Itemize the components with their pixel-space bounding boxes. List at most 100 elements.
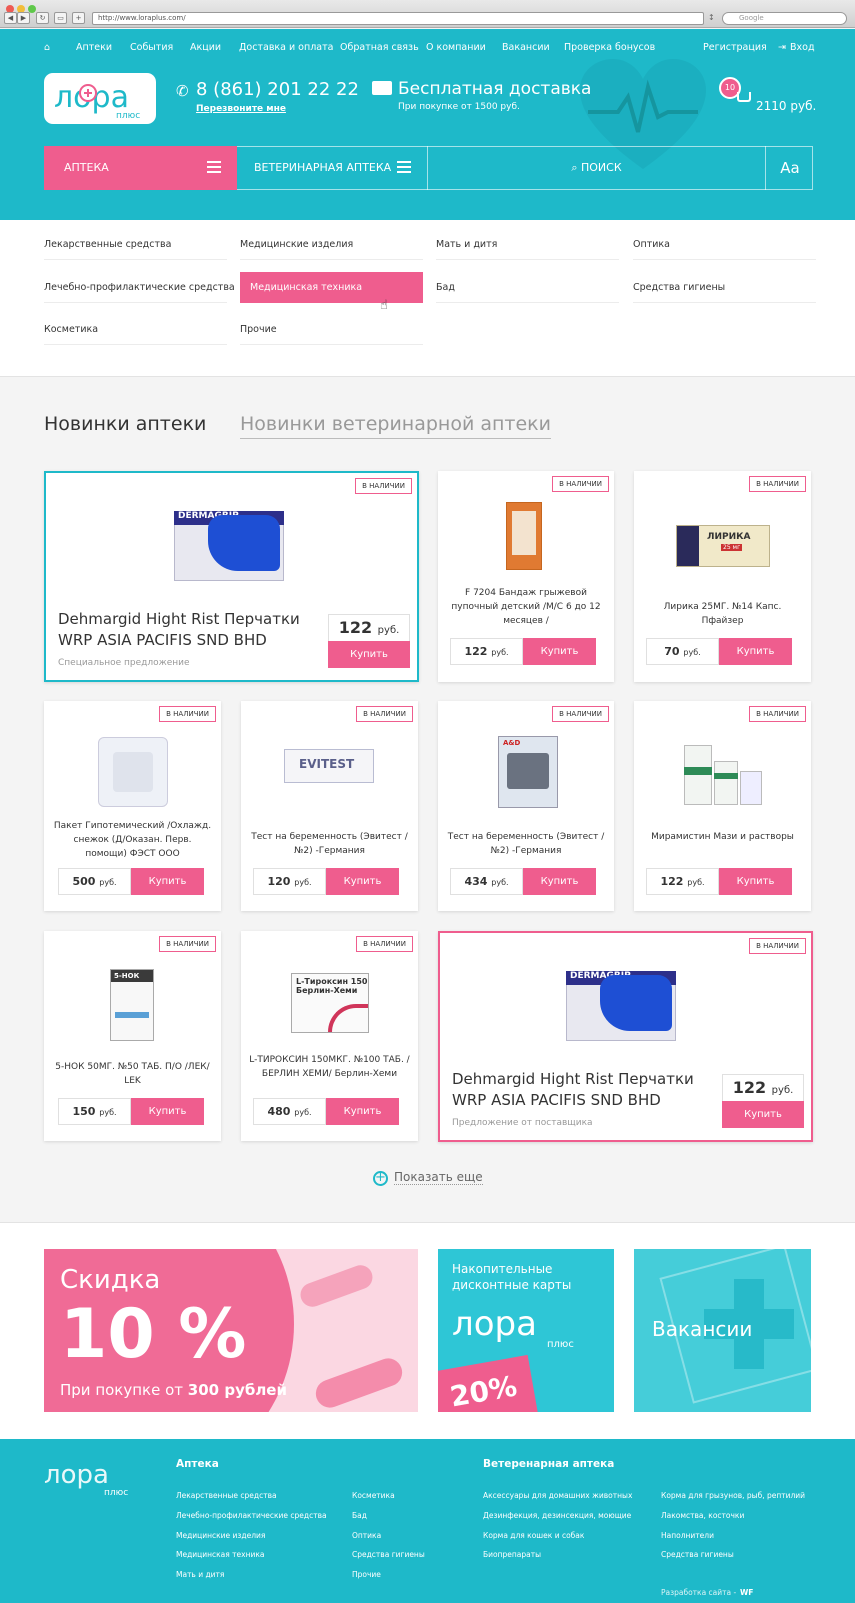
home-icon[interactable]: ⌂ [44,42,50,53]
tab-apteka-label: АПТЕКА [64,161,109,174]
product-card[interactable]: В НАЛИЧИИ 5-НОК 5-НОК 50МГ. №50 ТАБ. П/О… [44,931,221,1141]
product-card[interactable]: В НАЛИЧИИ Мирамистин Мази и растворы 122… [634,701,811,911]
category-item[interactable]: Лекарственные средства [44,229,227,260]
nav-item-delivery[interactable]: Доставка и оплата [239,42,333,53]
footer-logo[interactable]: лора плюс [44,1459,144,1499]
tab-new-apteka[interactable]: Новинки аптеки [44,413,206,435]
category-item[interactable]: Оптика [633,229,816,260]
browser-search-input[interactable]: Google [722,12,847,25]
discount-cards-banner[interactable]: Накопительные дисконтные карты лора плюс… [438,1249,614,1412]
product-name[interactable]: Dehmargid Hight Rist Перчатки WRP ASIA P… [58,609,328,651]
show-more-link[interactable]: Показать еще [394,1170,483,1185]
phone-number[interactable]: 8 (861) 201 22 22 [196,79,359,100]
svg-text:плюс: плюс [547,1339,574,1349]
product-card-featured[interactable]: В НАЛИЧИИ DERMAGRIP Dehmargid Hight Rist… [438,931,813,1142]
product-name[interactable]: Dehmargid Hight Rist Перчатки WRP ASIA P… [452,1069,722,1111]
callback-link[interactable]: Перезвоните мне [196,104,286,114]
tab-new-vet[interactable]: Новинки ветеринарной аптеки [240,413,552,439]
buy-button[interactable]: Купить [326,1098,399,1125]
nav-item-bonus-check[interactable]: Проверка бонусов [564,42,655,53]
product-card[interactable]: В НАЛИЧИИ Пакет Гипотемический /Охлажд. … [44,701,221,911]
bookmark-icon[interactable]: ▭ [54,12,67,24]
basket-icon[interactable] [737,92,751,102]
footer-link[interactable]: Биопрепараты [483,1550,541,1559]
category-item-active[interactable]: Медицинская техника [240,272,423,303]
footer-link[interactable]: Лечебно-профилактические средства [176,1511,327,1520]
footer-link[interactable]: Лекарственные средства [176,1491,277,1500]
login-link[interactable]: Вход [790,42,815,53]
category-item[interactable]: Средства гигиены [633,272,816,303]
nav-item-events[interactable]: События [130,42,173,53]
dropdown-icon[interactable]: ↕ [708,13,715,22]
product-name[interactable]: Тест на беременность (Эвитест / №2) -Гер… [446,830,606,858]
product-card[interactable]: В НАЛИЧИИ A&D Тест на беременность (Эвит… [438,701,614,911]
footer-link[interactable]: Аксессуары для домашних животных [483,1491,632,1500]
buy-button[interactable]: Купить [523,868,596,895]
buy-button[interactable]: Купить [722,1101,804,1128]
product-name[interactable]: Лирика 25МГ. №14 Капс. Пфайзер [642,600,803,628]
product-name[interactable]: Тест на беременность (Эвитест / №2) -Гер… [249,830,410,858]
product-card[interactable]: В НАЛИЧИИ F 7204 Бандаж грыжевой пупочны… [438,471,614,682]
category-item[interactable]: Косметика [44,314,227,345]
category-item[interactable]: Мать и дитя [436,229,619,260]
product-card[interactable]: В НАЛИЧИИ EVITEST Тест на беременность (… [241,701,418,911]
footer-link[interactable]: Наполнители [661,1531,714,1540]
buy-button[interactable]: Купить [719,868,792,895]
footer-link[interactable]: Оптика [352,1531,381,1540]
in-stock-badge: В НАЛИЧИИ [159,936,216,952]
product-name[interactable]: 5-НОК 50МГ. №50 ТАБ. П/О /ЛЕК/ LEK [52,1060,213,1088]
product-name[interactable]: F 7204 Бандаж грыжевой пупочный детский … [446,586,606,628]
jobs-banner[interactable]: Вакансии [634,1249,811,1412]
buy-button[interactable]: Купить [523,638,596,665]
address-bar[interactable]: http://www.loraplus.com/ [92,12,704,25]
footer-link[interactable]: Корма для грызунов, рыб, рептилий [661,1491,805,1500]
cart-total[interactable]: 2110 руб. [756,99,816,113]
tab-vet-apteka[interactable]: ВЕТЕРИНАРНАЯ АПТЕКА [238,146,428,190]
footer-link[interactable]: Бад [352,1511,367,1520]
footer-link[interactable]: Медицинская техника [176,1550,265,1559]
login-icon[interactable]: ⇥ [778,42,786,53]
register-link[interactable]: Регистрация [703,42,767,53]
tab-apteka[interactable]: АПТЕКА [44,146,237,190]
product-name[interactable]: L-ТИРОКСИН 150МКГ. №100 ТАБ. /БЕРЛИН ХЕМ… [249,1053,410,1081]
footer-link[interactable]: Дезинфекция, дезинсекция, моющие [483,1511,631,1520]
footer-link[interactable]: Медицинские изделия [176,1531,265,1540]
product-name[interactable]: Мирамистин Мази и растворы [642,830,803,844]
nav-item-apteki[interactable]: Аптеки [76,42,112,53]
category-item[interactable]: Медицинские изделия [240,229,423,260]
footer-link[interactable]: Прочие [352,1570,381,1579]
footer-link[interactable]: Средства гигиены [352,1550,425,1559]
back-icon[interactable]: ◀ [4,12,17,24]
buy-button[interactable]: Купить [131,868,204,895]
product-name[interactable]: Пакет Гипотемический /Охлажд. снежок (Д/… [52,819,213,861]
footer-link[interactable]: Мать и дитя [176,1570,224,1579]
developer-link[interactable]: WF [740,1588,753,1597]
buy-button[interactable]: Купить [326,868,399,895]
product-card-featured[interactable]: В НАЛИЧИИ DERMAGRIP Dehmargid Hight Rist… [44,471,419,682]
footer-link[interactable]: Корма для кошек и собак [483,1531,584,1540]
discount-banner[interactable]: Скидка 10 % При покупке от 300 рублей [44,1249,418,1412]
plus-circle-icon[interactable]: + [373,1171,388,1186]
nav-item-feedback[interactable]: Обратная связь [340,42,419,53]
buy-button[interactable]: Купить [131,1098,204,1125]
font-size-button[interactable]: Aa [767,146,813,190]
footer-link[interactable]: Косметика [352,1491,395,1500]
menu-icon [397,161,411,173]
buy-button[interactable]: Купить [719,638,792,665]
reload-icon[interactable]: ↻ [36,12,49,24]
product-card[interactable]: В НАЛИЧИИ ЛИРИКА 25 мг Лирика 25МГ. №14 … [634,471,811,682]
footer-link[interactable]: Средства гигиены [661,1550,734,1559]
category-item[interactable]: Бад [436,272,619,303]
nav-item-promos[interactable]: Акции [190,42,221,53]
search-button[interactable]: ⌕ ПОИСК [428,146,766,190]
product-card[interactable]: В НАЛИЧИИ L-Тироксин 150 Берлин-Хеми L-Т… [241,931,418,1141]
category-item[interactable]: Прочие [240,314,423,345]
nav-item-about[interactable]: О компании [426,42,486,53]
site-logo[interactable]: лора плюс [44,73,156,124]
forward-icon[interactable]: ▶ [17,12,30,24]
footer-link[interactable]: Лакомства, косточки [661,1511,744,1520]
buy-button[interactable]: Купить [328,641,410,668]
new-tab-icon[interactable]: + [72,12,85,24]
nav-item-jobs[interactable]: Вакансии [502,42,550,53]
category-item[interactable]: Лечебно-профилактические средства [44,272,235,303]
